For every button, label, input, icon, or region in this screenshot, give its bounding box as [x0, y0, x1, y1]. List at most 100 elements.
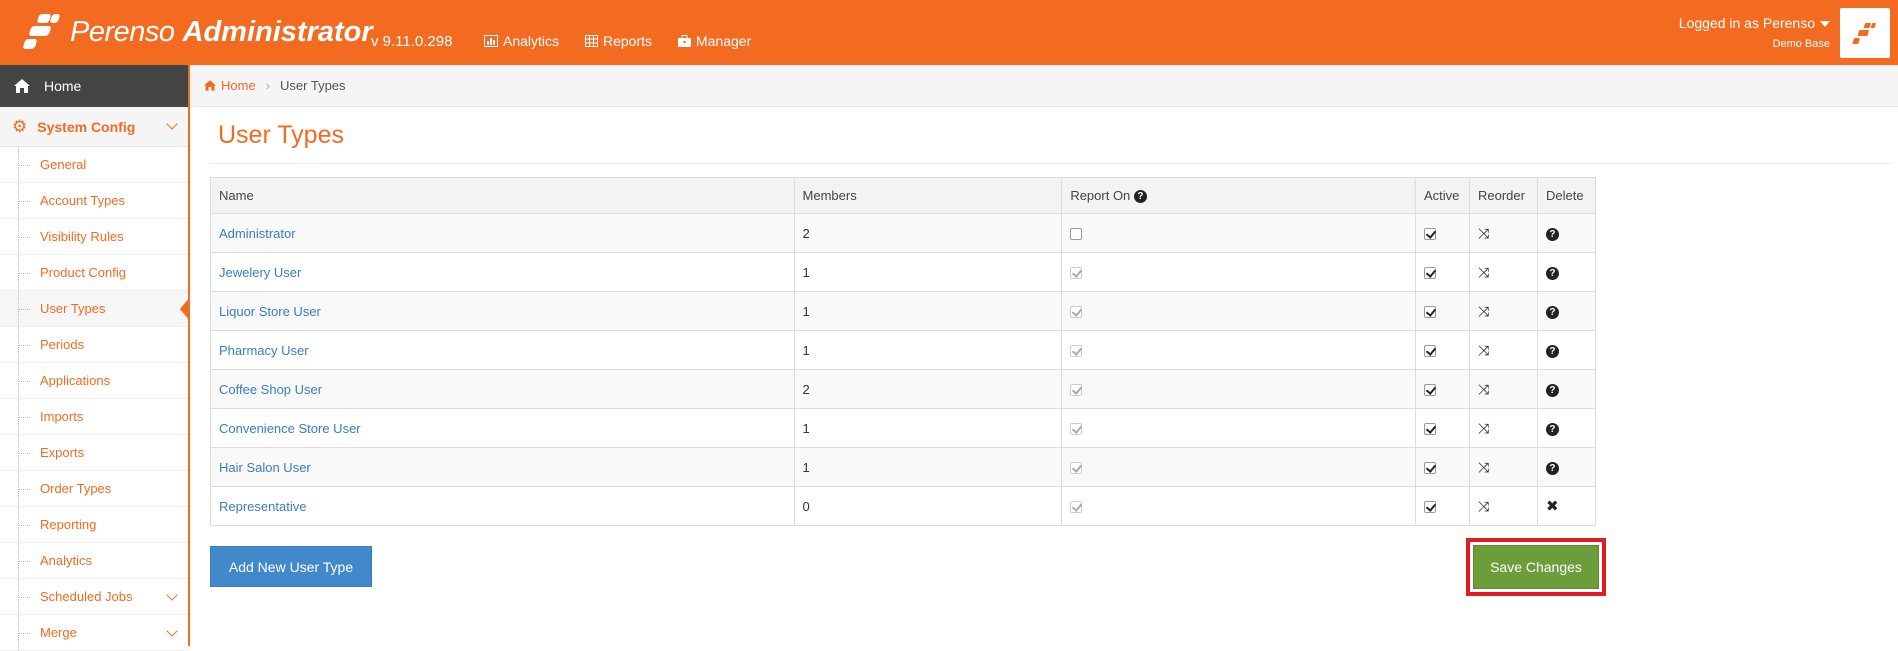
active-checkbox[interactable] [1424, 306, 1437, 319]
app-logo[interactable]: Perenso Administrator [22, 14, 373, 50]
cell-report-on [1061, 252, 1417, 292]
perenso-logo-icon [22, 14, 64, 50]
avatar[interactable] [1840, 8, 1890, 58]
active-pointer [180, 297, 190, 321]
active-checkbox[interactable] [1424, 501, 1437, 514]
cell-name: Liquor Store User [210, 291, 795, 331]
user-type-link[interactable]: Representative [219, 499, 306, 514]
column-header-members[interactable]: Members [793, 177, 1063, 214]
user-type-link[interactable]: Coffee Shop User [219, 382, 322, 397]
database-name: Demo Base [1772, 38, 1830, 50]
table-row: Representative 0 ⤨ ✖ [210, 486, 1597, 526]
save-changes-button[interactable]: Save Changes [1473, 545, 1599, 589]
sidebar-item-home[interactable]: Home [0, 65, 188, 107]
sidebar-item-imports[interactable]: Imports [0, 399, 188, 435]
cell-members: 1 [793, 330, 1063, 370]
breadcrumb-home[interactable]: Home [204, 78, 256, 93]
column-header-delete: Delete [1536, 177, 1597, 214]
report-on-checkbox[interactable] [1070, 228, 1083, 241]
cell-report-on [1061, 486, 1417, 526]
user-type-link[interactable]: Administrator [219, 226, 296, 241]
nav-manager[interactable]: Manager [678, 33, 751, 49]
reorder-shuffle-icon[interactable]: ⤨ [1478, 264, 1489, 281]
briefcase-icon [678, 35, 691, 47]
cell-members: 1 [793, 447, 1063, 487]
report-on-checkbox [1070, 384, 1083, 397]
sidebar-item-order-types[interactable]: Order Types [0, 471, 188, 507]
reorder-shuffle-icon[interactable]: ⤨ [1478, 420, 1489, 437]
user-types-table: Name Members Report On ? Active Reorder … [210, 177, 1597, 526]
nav-reports[interactable]: Reports [585, 33, 652, 49]
cell-active [1415, 252, 1470, 292]
chart-icon [484, 35, 498, 47]
user-menu[interactable]: Logged in as Perenso Demo Base [1679, 15, 1830, 50]
sidebar-item-user-types[interactable]: User Types [0, 291, 190, 327]
report-on-checkbox [1070, 501, 1083, 514]
sidebar-item-account-types[interactable]: Account Types [0, 183, 188, 219]
sidebar-item-product-config[interactable]: Product Config [0, 255, 188, 291]
help-icon[interactable]: ? [1545, 266, 1559, 280]
help-icon[interactable]: ? [1545, 227, 1559, 241]
sidebar-item-periods[interactable]: Periods [0, 327, 188, 363]
cell-members: 1 [793, 291, 1063, 331]
column-header-reorder: Reorder [1469, 177, 1538, 214]
reorder-shuffle-icon[interactable]: ⤨ [1478, 342, 1489, 359]
cell-reorder: ⤨ [1469, 408, 1538, 448]
help-icon[interactable]: ? [1545, 383, 1559, 397]
cell-reorder: ⤨ [1469, 447, 1538, 487]
active-checkbox[interactable] [1424, 384, 1437, 397]
cell-active [1415, 369, 1470, 409]
sidebar-item-exports[interactable]: Exports [0, 435, 188, 471]
home-icon [204, 80, 216, 91]
active-checkbox[interactable] [1424, 228, 1437, 241]
report-on-checkbox [1070, 267, 1083, 280]
cell-members: 1 [793, 252, 1063, 292]
active-checkbox[interactable] [1424, 423, 1437, 436]
user-type-link[interactable]: Hair Salon User [219, 460, 311, 475]
title-divider [210, 163, 1892, 164]
reorder-shuffle-icon[interactable]: ⤨ [1478, 498, 1489, 515]
sidebar-section-system-config[interactable]: ⚙ System Config [0, 107, 188, 147]
help-icon[interactable]: ? [1545, 422, 1559, 436]
reorder-shuffle-icon[interactable]: ⤨ [1478, 303, 1489, 320]
user-login-text[interactable]: Logged in as Perenso [1679, 15, 1830, 31]
cell-name: Coffee Shop User [210, 369, 795, 409]
help-icon[interactable]: ? [1133, 190, 1147, 204]
top-bar: Perenso Administrator v 9.11.0.298 Analy… [0, 0, 1898, 65]
nav-analytics[interactable]: Analytics [484, 33, 559, 49]
column-header-report-on[interactable]: Report On ? [1061, 177, 1417, 214]
cell-delete: ? [1536, 330, 1597, 370]
table-row: Hair Salon User 1 ⤨? [210, 447, 1597, 487]
sidebar-item-reporting[interactable]: Reporting [0, 507, 188, 543]
cell-members: 1 [793, 408, 1063, 448]
cell-reorder: ⤨ [1469, 486, 1538, 526]
user-type-link[interactable]: Jewelery User [219, 265, 301, 280]
reorder-shuffle-icon[interactable]: ⤨ [1478, 381, 1489, 398]
caret-down-icon [1820, 21, 1830, 28]
active-checkbox[interactable] [1424, 345, 1437, 358]
cell-members: 0 [793, 486, 1063, 526]
delete-x-icon[interactable]: ✖ [1546, 498, 1559, 515]
table-row: Administrator 2 ⤨? [210, 213, 1597, 253]
cell-reorder: ⤨ [1469, 291, 1538, 331]
sidebar-item-analytics[interactable]: Analytics [0, 543, 188, 579]
reorder-shuffle-icon[interactable]: ⤨ [1478, 225, 1489, 242]
active-checkbox[interactable] [1424, 462, 1437, 475]
add-user-type-button[interactable]: Add New User Type [210, 546, 372, 587]
help-icon[interactable]: ? [1545, 305, 1559, 319]
table-row: Coffee Shop User 2 ⤨? [210, 369, 1597, 409]
cell-active [1415, 213, 1470, 253]
active-checkbox[interactable] [1424, 267, 1437, 280]
user-type-link[interactable]: Convenience Store User [219, 421, 361, 436]
sidebar-item-scheduled-jobs[interactable]: Scheduled Jobs [0, 579, 188, 615]
cell-report-on [1061, 408, 1417, 448]
sidebar-item-applications[interactable]: Applications [0, 363, 188, 399]
help-icon[interactable]: ? [1545, 461, 1559, 475]
sidebar-item-general[interactable]: General [0, 147, 188, 183]
help-icon[interactable]: ? [1545, 344, 1559, 358]
reorder-shuffle-icon[interactable]: ⤨ [1478, 459, 1489, 476]
user-type-link[interactable]: Liquor Store User [219, 304, 321, 319]
sidebar-item-visibility-rules[interactable]: Visibility Rules [0, 219, 188, 255]
column-header-name[interactable]: Name [210, 177, 795, 214]
user-type-link[interactable]: Pharmacy User [219, 343, 309, 358]
